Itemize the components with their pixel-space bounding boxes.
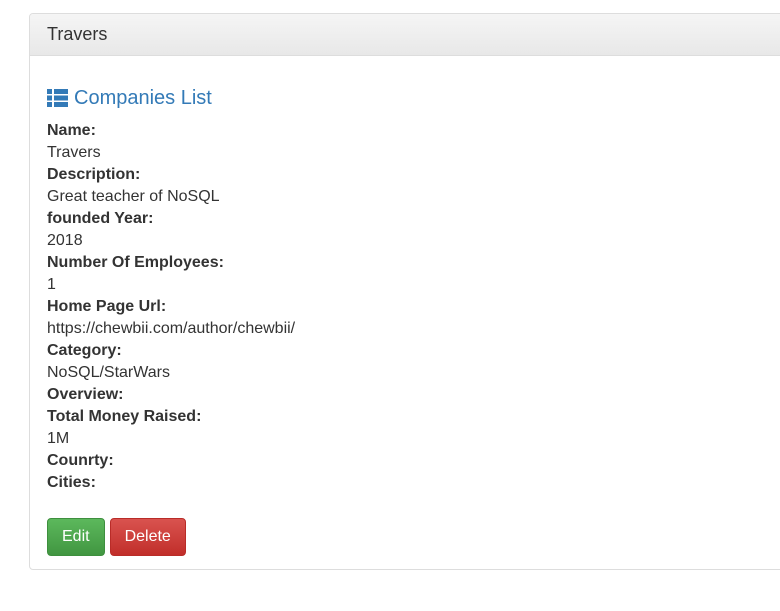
founded-year-label: founded Year: [47,210,154,227]
company-detail-panel: Travers Companies List Name: Travers Des… [29,13,780,570]
companies-list-label: Companies List [74,86,212,109]
company-details: Name: Travers Description: Great teacher… [47,120,780,494]
home-page-url-label: Home Page Url: [47,298,167,315]
action-buttons: Edit Delete [47,518,780,556]
description-value: Great teacher of NoSQL [47,188,220,205]
home-page-url-value: https://chewbii.com/author/chewbii/ [47,320,296,337]
companies-list-link[interactable]: Companies List [47,86,780,110]
money-raised-label: Total Money Raised: [47,408,202,425]
country-label: Counrty: [47,452,114,469]
list-icon [47,89,68,107]
panel-body: Companies List Name: Travers Description… [30,86,780,556]
money-raised-value: 1M [47,430,70,447]
employees-label: Number Of Employees: [47,254,224,271]
overview-label: Overview: [47,386,124,403]
description-label: Description: [47,166,141,183]
name-label: Name: [47,122,96,139]
category-label: Category: [47,342,122,359]
category-value: NoSQL/StarWars [47,364,170,381]
name-value: Travers [47,144,101,161]
cities-label: Cities: [47,474,96,491]
panel-title: Travers [30,14,780,56]
edit-button[interactable]: Edit [47,518,105,556]
delete-button[interactable]: Delete [109,518,186,556]
employees-value: 1 [47,276,56,293]
founded-year-value: 2018 [47,232,83,249]
